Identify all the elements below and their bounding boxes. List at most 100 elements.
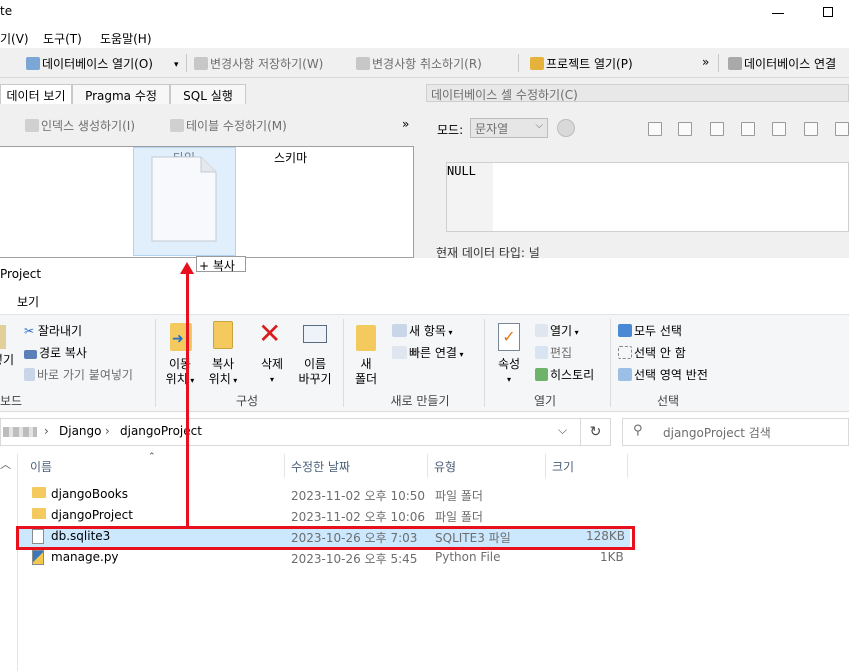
open-database-label: 데이터베이스 열기(O) (42, 57, 153, 71)
window-title: te (0, 4, 13, 18)
file-row-djangobooks[interactable]: djangoBooks 2023-11-02 오후 10:50 파일 폴더 (18, 484, 630, 505)
drag-ghost (133, 147, 236, 256)
revert-changes-button[interactable]: 변경사항 취소하기(R) (356, 55, 482, 72)
attach-database-label: 데이터베이스 연결 (744, 57, 837, 71)
chevron-up-icon[interactable]: ︿ (0, 456, 11, 472)
mode-select[interactable]: 문자열 ⌵ (470, 118, 548, 138)
subtoolbar-overflow-icon[interactable]: » (402, 117, 409, 131)
clipboard-icon (0, 325, 6, 349)
menu-tools[interactable]: 도구(T) (43, 30, 82, 47)
column-header-date[interactable]: 수정한 날짜 (285, 454, 428, 478)
copy-path-label: 경로 복사 (39, 346, 87, 360)
select-none-label: 선택 안 함 (634, 346, 686, 360)
address-bar[interactable]: › Django › djangoProject ⌵ (0, 418, 611, 446)
file-drag-icon (151, 156, 217, 242)
print-icon[interactable] (804, 122, 818, 136)
refresh-button[interactable]: ↻ (580, 418, 611, 446)
open-database-button[interactable]: 데이터베이스 열기(O) (26, 55, 153, 72)
auto-format-icon[interactable] (557, 119, 575, 137)
history-button[interactable]: 히스토리 (535, 366, 594, 383)
modify-table-button[interactable]: 테이블 수정하기(M) (170, 117, 287, 134)
menu-help[interactable]: 도움말(H) (100, 30, 152, 47)
rename-label: 이름 (303, 357, 327, 371)
open-group-label: 열기 (533, 394, 557, 408)
column-header-size[interactable]: 크기 (546, 454, 628, 478)
tab-browse-data[interactable]: 데이터 보기 (0, 84, 72, 104)
file-row-manage-py[interactable]: manage.py 2023-10-26 오후 5:45 Python File… (18, 547, 630, 568)
breadcrumb-separator-icon: › (105, 424, 110, 438)
delete-button[interactable]: 삭제 ▾ (255, 357, 289, 387)
properties-button[interactable]: 속성 ▾ (492, 357, 526, 387)
file-row-djangoproject[interactable]: djangoProject 2023-11-02 오후 10:06 파일 폴더 (18, 505, 630, 526)
open-external-icon[interactable] (835, 122, 849, 136)
edit-button[interactable]: 편집 (535, 344, 572, 361)
apply-icon[interactable] (772, 122, 786, 136)
file-name: djangoBooks (51, 487, 128, 501)
explorer-title: Project (0, 267, 42, 281)
select-none-button[interactable]: 선택 안 함 (618, 344, 686, 361)
file-date: 2023-10-26 오후 7:03 (291, 531, 418, 545)
create-index-button[interactable]: 인덱스 생성하기(I) (25, 117, 135, 134)
history-label: 히스토리 (550, 368, 595, 382)
tab-execute-sql[interactable]: SQL 실행 (170, 84, 246, 104)
copy-path-button[interactable]: 경로 복사 (24, 344, 87, 361)
column-header-schema[interactable]: 스키마 (274, 149, 307, 166)
modify-table-label: 테이블 수정하기(M) (186, 119, 287, 133)
new-folder-label-2: 폴더 (354, 372, 378, 386)
column-header-name[interactable]: 이름 ⌃ (24, 452, 285, 478)
copy-cell-icon[interactable] (741, 122, 755, 136)
scissors-icon: ✂ (24, 324, 35, 338)
save-changes-button[interactable]: 변경사항 저장하기(W) (194, 55, 323, 72)
delete-icon: ✕ (258, 317, 282, 350)
cell-value-editor[interactable]: NULL (446, 162, 849, 232)
move-to-label: 이동 (168, 357, 192, 371)
file-row-db-sqlite3[interactable]: db.sqlite3 2023-10-26 오후 7:03 SQLITE3 파일… (18, 526, 630, 547)
drag-copy-tooltip: + 복사 (196, 256, 246, 273)
new-folder-button[interactable]: 새 폴더 (350, 357, 382, 387)
open-label: 열기 (550, 324, 573, 338)
paste-button[interactable]: 넣기 (0, 353, 14, 368)
new-item-button[interactable]: 새 항목 ▾ (392, 322, 453, 339)
paste-shortcut-button[interactable]: 바로 가기 붙여넣기 (24, 366, 133, 383)
chevron-down-icon[interactable]: ▾ (174, 60, 179, 70)
paste-label: 넣기 (0, 353, 14, 367)
file-size: 1KB (600, 550, 624, 564)
file-explorer-window: Project 보기 넣기 ✂ 잘라내기 경로 복사 바로 가기 붙여넣기 보드… (0, 258, 849, 671)
set-null-icon[interactable] (710, 122, 724, 136)
clipboard-group-label: 보드 (0, 394, 23, 408)
move-to-button[interactable]: 이동 위치 ▾ (162, 357, 198, 388)
copy-path-icon (24, 350, 37, 359)
move-to-label-2: 위치 (165, 372, 188, 386)
tab-edit-pragmas[interactable]: Pragma 수정 (72, 84, 170, 104)
open-button[interactable]: 열기 ▾ (535, 322, 579, 339)
column-header-type[interactable]: 유형 (428, 454, 546, 478)
copy-to-button[interactable]: 복사 위치 ▾ (204, 357, 242, 388)
cut-button[interactable]: ✂ 잘라내기 (24, 322, 82, 339)
minimize-icon[interactable] (772, 13, 784, 14)
easy-access-button[interactable]: 빠른 연결 ▾ (392, 344, 464, 361)
navigation-pane[interactable]: ︿ (0, 454, 18, 671)
table-icon (170, 119, 184, 132)
rename-button[interactable]: 이름 바꾸기 (294, 357, 336, 387)
attach-database-button[interactable]: 데이터베이스 연결 (728, 55, 836, 72)
revert-icon (356, 57, 370, 70)
export-icon[interactable] (678, 122, 692, 136)
chevron-down-icon[interactable]: ⌵ (558, 423, 567, 438)
import-icon[interactable] (648, 122, 662, 136)
menu-bar: 기(V) 도구(T) 도움말(H) (0, 28, 849, 48)
annotation-arrow (186, 272, 189, 526)
search-input[interactable]: ⚲ djangoProject 검색 (622, 418, 849, 446)
open-project-button[interactable]: 프로젝트 열기(P) (530, 55, 633, 72)
file-date: 2023-11-02 오후 10:50 (291, 489, 426, 503)
breadcrumb-separator-icon: › (44, 424, 49, 438)
menu-view[interactable]: 기(V) (0, 30, 29, 47)
invert-selection-button[interactable]: 선택 영역 반전 (618, 366, 708, 383)
breadcrumb-django[interactable]: Django (59, 424, 102, 438)
select-all-button[interactable]: 모두 선택 (618, 322, 682, 339)
maximize-icon[interactable] (823, 7, 833, 17)
tab-view[interactable]: 보기 (17, 293, 39, 310)
toolbar-overflow-icon[interactable]: » (702, 55, 709, 69)
breadcrumb-djangoproject[interactable]: djangoProject (120, 424, 202, 438)
file-type: Python File (435, 550, 501, 564)
open-icon (535, 324, 548, 337)
